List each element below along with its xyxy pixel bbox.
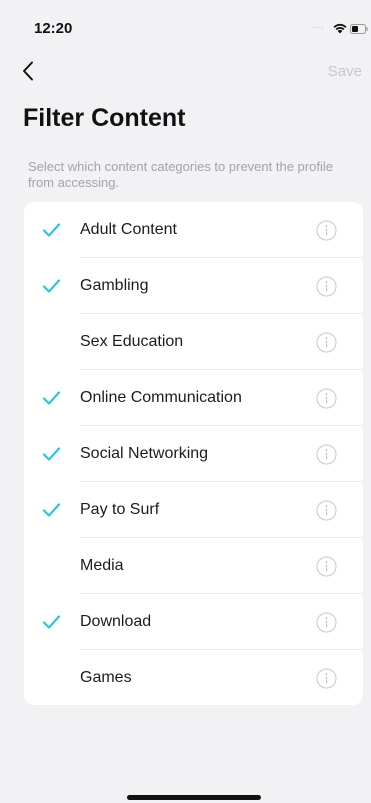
back-button[interactable] [22,56,50,86]
category-label: Pay to Surf [80,501,160,518]
category-item-pay-to-surf[interactable]: Pay to Surf [24,482,363,538]
category-label: Download [80,613,152,630]
page-description: Select which content categories to preve… [28,159,333,190]
category-item-online-communication[interactable]: Online Communication [24,370,363,426]
status-bar: 12:20 .... [0,0,371,44]
info-icon[interactable] [316,500,337,521]
category-item-download[interactable]: Download [24,594,363,650]
battery-icon [350,24,368,34]
info-icon[interactable] [316,332,337,353]
info-icon[interactable] [316,220,337,241]
info-icon[interactable] [316,444,337,465]
wifi-icon [333,23,347,34]
category-label: Gambling [80,277,149,294]
page-title: Filter Content [23,104,186,132]
category-label: Sex Education [80,333,184,350]
chevron-left-icon [23,61,33,81]
category-label: Games [80,669,132,686]
home-indicator [127,795,261,800]
checkmark-icon [42,503,61,517]
checkmark-icon [42,391,61,405]
info-icon[interactable] [316,276,337,297]
category-label: Media [80,557,124,574]
checkmark-icon [42,279,61,293]
category-label: Online Communication [80,389,242,406]
checkmark-icon [42,447,61,461]
info-icon[interactable] [316,612,337,633]
category-label: Social Networking [80,445,209,462]
category-item-gambling[interactable]: Gambling [24,258,363,314]
category-list: Adult Content Gambling Sex Education Onl… [24,202,363,705]
info-icon[interactable] [316,556,337,577]
category-label: Adult Content [80,221,177,238]
category-item-social-networking[interactable]: Social Networking [24,426,363,482]
category-item-sex-education[interactable]: Sex Education [24,314,363,370]
status-time: 12:20 [34,20,73,37]
checkmark-icon [42,223,61,237]
save-button[interactable]: Save [328,63,362,80]
signal-icon: .... [312,20,325,30]
category-item-adult-content[interactable]: Adult Content [24,202,363,258]
info-icon[interactable] [316,668,337,689]
category-item-games[interactable]: Games [24,650,363,705]
checkmark-icon [42,615,61,629]
category-item-media[interactable]: Media [24,538,363,594]
info-icon[interactable] [316,388,337,409]
nav-bar: Save [0,56,371,88]
